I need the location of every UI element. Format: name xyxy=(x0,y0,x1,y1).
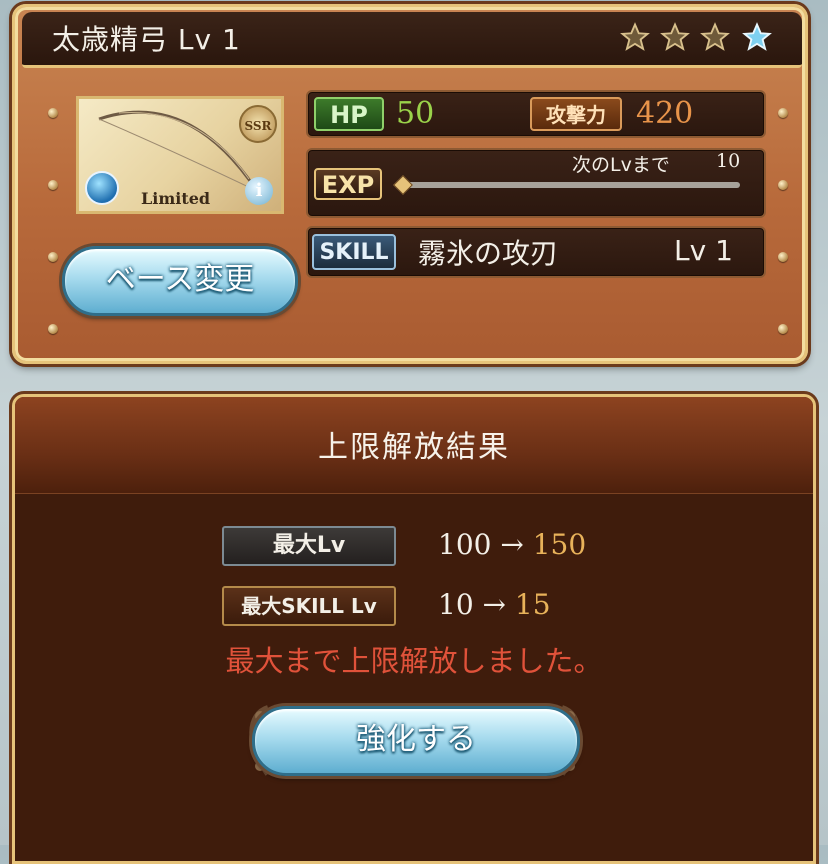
atk-label: 攻撃力 xyxy=(530,97,622,131)
next-lv-value: 10 xyxy=(716,150,741,172)
max-unlock-message: 最大まで上限解放しました。 xyxy=(225,644,603,678)
max-skill-to: 15 xyxy=(514,588,551,621)
arrow-icon: → xyxy=(500,528,524,561)
skill-label: SKILL xyxy=(312,234,396,270)
ssr-badge: SSR xyxy=(239,105,277,143)
enhance-button[interactable]: 強化する xyxy=(252,706,580,776)
hp-label: HP xyxy=(314,97,384,131)
rivet xyxy=(778,180,788,190)
max-lv-from: 100 xyxy=(438,528,492,561)
rivet xyxy=(48,324,58,334)
next-lv-text: 次のLvまで xyxy=(572,154,670,176)
max-lv-to: 150 xyxy=(532,528,587,561)
max-skill-values: 10 → 15 xyxy=(438,588,551,621)
info-icon[interactable]: i xyxy=(245,177,273,205)
max-lv-values: 100 → 150 xyxy=(438,528,586,561)
result-title: 上限解放結果 xyxy=(318,430,510,465)
exp-label: EXP xyxy=(314,168,382,200)
rivet xyxy=(778,252,788,262)
star-filled-icon xyxy=(700,22,730,51)
weapon-title: 太歳精弓 Lv 1 xyxy=(52,23,241,56)
max-skill-label: 最大SKILL Lv xyxy=(222,586,396,626)
arrow-icon: → xyxy=(482,588,507,621)
skill-level: Lv 1 xyxy=(674,234,733,267)
max-skill-from: 10 xyxy=(438,588,474,621)
rivet xyxy=(778,108,788,118)
rivet xyxy=(48,252,58,262)
star-filled-icon xyxy=(660,22,690,51)
weapon-card[interactable]: SSR Limited i xyxy=(76,96,284,214)
atk-value: 420 xyxy=(636,96,694,131)
star-filled-icon xyxy=(620,22,650,51)
hp-value: 50 xyxy=(396,96,435,131)
water-element-icon xyxy=(85,171,119,205)
limited-label: Limited xyxy=(141,189,211,208)
change-base-button[interactable]: ベース変更 xyxy=(62,246,298,316)
max-lv-label: 最大Lv xyxy=(222,526,396,566)
star-blue-icon xyxy=(742,22,772,51)
rivet xyxy=(48,108,58,118)
skill-name: 霧氷の攻刃 xyxy=(418,237,559,270)
exp-bar xyxy=(400,182,740,188)
rivet xyxy=(778,324,788,334)
rivet xyxy=(48,180,58,190)
